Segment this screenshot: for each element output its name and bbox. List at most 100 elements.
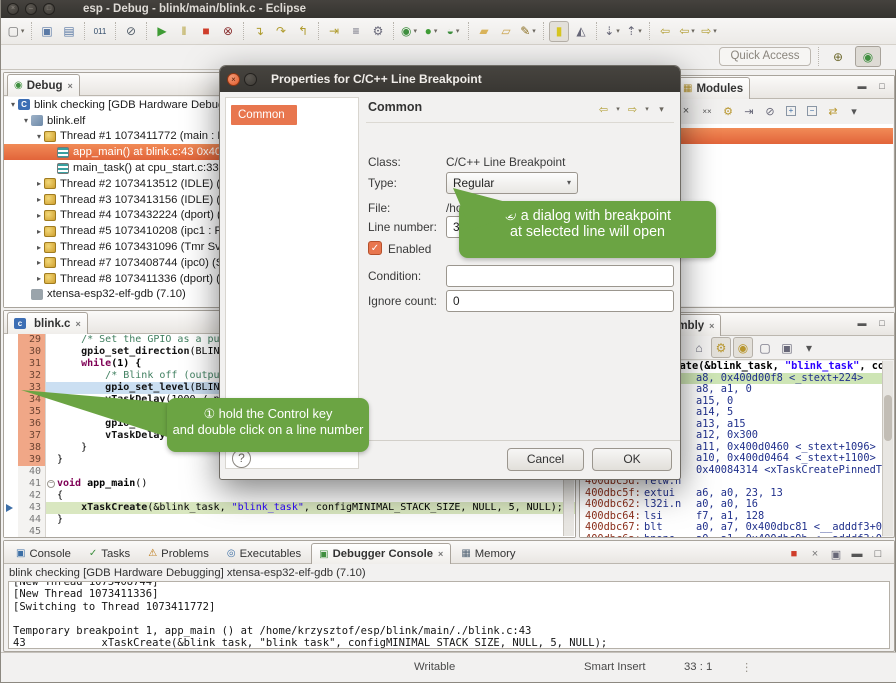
tree-item[interactable]: ▸Thread #3 1073413156 (IDLE) (Susp (4, 192, 222, 208)
expander-icon[interactable]: ▸ (34, 211, 44, 220)
chevron-down-icon[interactable]: ▾ (642, 100, 652, 118)
expand-all-icon[interactable]: + (781, 102, 801, 120)
tab-memory[interactable]: ▦Memory (453, 543, 523, 564)
tree-item[interactable]: ▸Thread #5 1073410208 (ipc1 : Runni (4, 223, 222, 239)
forward-icon[interactable]: ⇨ (624, 100, 641, 118)
debug-button[interactable]: ◉▾ (399, 21, 419, 42)
disconnect-button[interactable]: ⊗ (218, 21, 238, 42)
back-icon[interactable]: ⇦ (595, 100, 612, 118)
expander-icon[interactable]: ▸ (34, 243, 44, 252)
open-element-button[interactable]: ✎▾ (518, 21, 538, 42)
expander-icon[interactable]: ▾ (8, 100, 18, 109)
line-number[interactable]: 30 (18, 346, 46, 358)
tab-blink-c[interactable]: c blink.c × (7, 312, 88, 334)
tree-item[interactable]: ▸Thread #7 1073408744 (ipc0) (Susp (4, 255, 222, 271)
remove-launch-icon[interactable]: × (805, 545, 825, 563)
expander-icon[interactable]: ▸ (34, 195, 44, 204)
fold-gutter[interactable] (46, 454, 57, 466)
expander-icon[interactable]: ▾ (21, 116, 31, 125)
run-button[interactable]: ●▾ (421, 21, 441, 42)
tab-tasks[interactable]: ✓Tasks (81, 543, 138, 564)
last-edit-location-button[interactable]: ⇦ (655, 21, 675, 42)
sidebar-item-common[interactable]: Common (231, 105, 297, 125)
next-annotation-button[interactable]: ⇣▾ (602, 21, 622, 42)
use-step-filters-button[interactable]: ⚙ (368, 21, 388, 42)
line-number[interactable]: 32 (18, 370, 46, 382)
build-button[interactable]: 011 (90, 21, 110, 42)
fold-gutter[interactable] (46, 334, 57, 346)
window-button-icon[interactable] (244, 73, 257, 86)
editor-annotation-gutter[interactable] (4, 358, 18, 370)
mark-occurrences-button[interactable]: ▮ (549, 21, 569, 42)
resume-button[interactable]: ▶ (152, 21, 172, 42)
tab-modules[interactable]: ▦ Modules (676, 77, 750, 99)
minimize-icon[interactable]: ▬ (854, 80, 870, 94)
cancel-button[interactable]: Cancel (507, 448, 584, 471)
tree-item[interactable]: app_main() at blink.c:43 0x400db (4, 144, 222, 160)
editor-annotation-gutter[interactable] (4, 526, 18, 537)
previous-annotation-button[interactable]: ⇡▾ (624, 21, 644, 42)
editor-annotation-gutter[interactable] (4, 490, 18, 502)
step-over-button[interactable]: ↷ (271, 21, 291, 42)
expander-icon[interactable]: ▾ (34, 132, 44, 141)
fold-gutter[interactable] (46, 466, 57, 478)
save-button[interactable]: ▣ (37, 21, 57, 42)
tab-executables[interactable]: ◎Executables (219, 543, 309, 564)
view-menu-icon[interactable]: ▾ (844, 102, 864, 120)
forward-button[interactable]: ⇨▾ (699, 21, 719, 42)
editor-annotation-gutter[interactable] (4, 370, 18, 382)
editor-annotation-gutter[interactable] (4, 502, 18, 514)
editor-annotation-gutter[interactable] (4, 514, 18, 526)
tree-item[interactable]: ▾Cblink checking [GDB Hardware Debug (4, 97, 222, 113)
view-menu-icon[interactable]: ▾ (799, 337, 819, 358)
editor-annotation-gutter[interactable] (4, 346, 18, 358)
show-source-icon[interactable]: ⚙ (711, 337, 731, 358)
maximize-icon[interactable]: □ (874, 80, 890, 94)
fold-gutter[interactable] (46, 502, 57, 514)
collapse-all-icon[interactable]: − (802, 102, 822, 120)
fold-gutter[interactable] (46, 346, 57, 358)
deselect-icon[interactable]: ⊘ (760, 102, 780, 120)
fold-gutter[interactable] (46, 514, 57, 526)
new-wizard-button[interactable]: ▢▾ (6, 21, 26, 42)
line-number[interactable]: 43 (18, 502, 46, 514)
tab-debug[interactable]: ◉ Debug × (7, 74, 80, 96)
tree-item[interactable]: ▾Thread #1 1073411772 (main : Runn (4, 129, 222, 145)
minimize-icon[interactable]: – (25, 3, 37, 15)
ignore-count-input[interactable]: 0 (446, 290, 674, 312)
line-number[interactable]: 29 (18, 334, 46, 346)
close-icon[interactable]: × (68, 81, 73, 91)
pin-console-icon[interactable]: ▣ (826, 545, 846, 563)
terminate-icon[interactable]: ■ (784, 545, 804, 563)
tab-problems[interactable]: ⚠Problems (140, 543, 217, 564)
expander-icon[interactable]: ▸ (34, 227, 44, 236)
tab-debugger-console[interactable]: ▣Debugger Console× (311, 543, 451, 564)
chevron-down-icon[interactable]: ▾ (613, 100, 623, 118)
external-tools-button[interactable]: ◒▾ (443, 21, 463, 42)
editor-annotation-gutter[interactable] (4, 466, 18, 478)
debug-perspective-button[interactable]: ◉ (855, 46, 881, 67)
tree-item[interactable]: ▸Thread #2 1073413512 (IDLE) (Susp (4, 176, 222, 192)
line-number[interactable]: 41 (18, 478, 46, 490)
show-debug-view-button[interactable]: ≡ (346, 21, 366, 42)
skip-breakpoints-button[interactable]: ⊘ (121, 21, 141, 42)
step-return-button[interactable]: ↰ (293, 21, 313, 42)
tree-item[interactable]: ▾blink.elf (4, 113, 222, 129)
tree-item[interactable]: xtensa-esp32-elf-gdb (7.10) (4, 287, 222, 303)
open-folder-button[interactable]: ▰ (474, 21, 494, 42)
tree-item[interactable]: main_task() at cpu_start.c:339 0x4 (4, 160, 222, 176)
terminate-button[interactable]: ■ (196, 21, 216, 42)
maximize-icon[interactable]: □ (868, 545, 888, 563)
editor-annotation-gutter[interactable] (4, 454, 18, 466)
open-project-button[interactable]: ▱ (496, 21, 516, 42)
fold-gutter[interactable] (46, 370, 57, 382)
fold-gutter[interactable] (46, 358, 57, 370)
suspend-button[interactable]: ‖ (174, 21, 194, 42)
show-annotations-button[interactable]: ◭ (571, 21, 591, 42)
maximize-icon[interactable]: □ (43, 3, 55, 15)
expander-icon[interactable]: ▸ (34, 179, 44, 188)
instruction-stepping-button[interactable]: ⇥ (324, 21, 344, 42)
tab-console[interactable]: ▣Console (8, 543, 79, 564)
line-number[interactable]: 40 (18, 466, 46, 478)
line-number[interactable]: 44 (18, 514, 46, 526)
